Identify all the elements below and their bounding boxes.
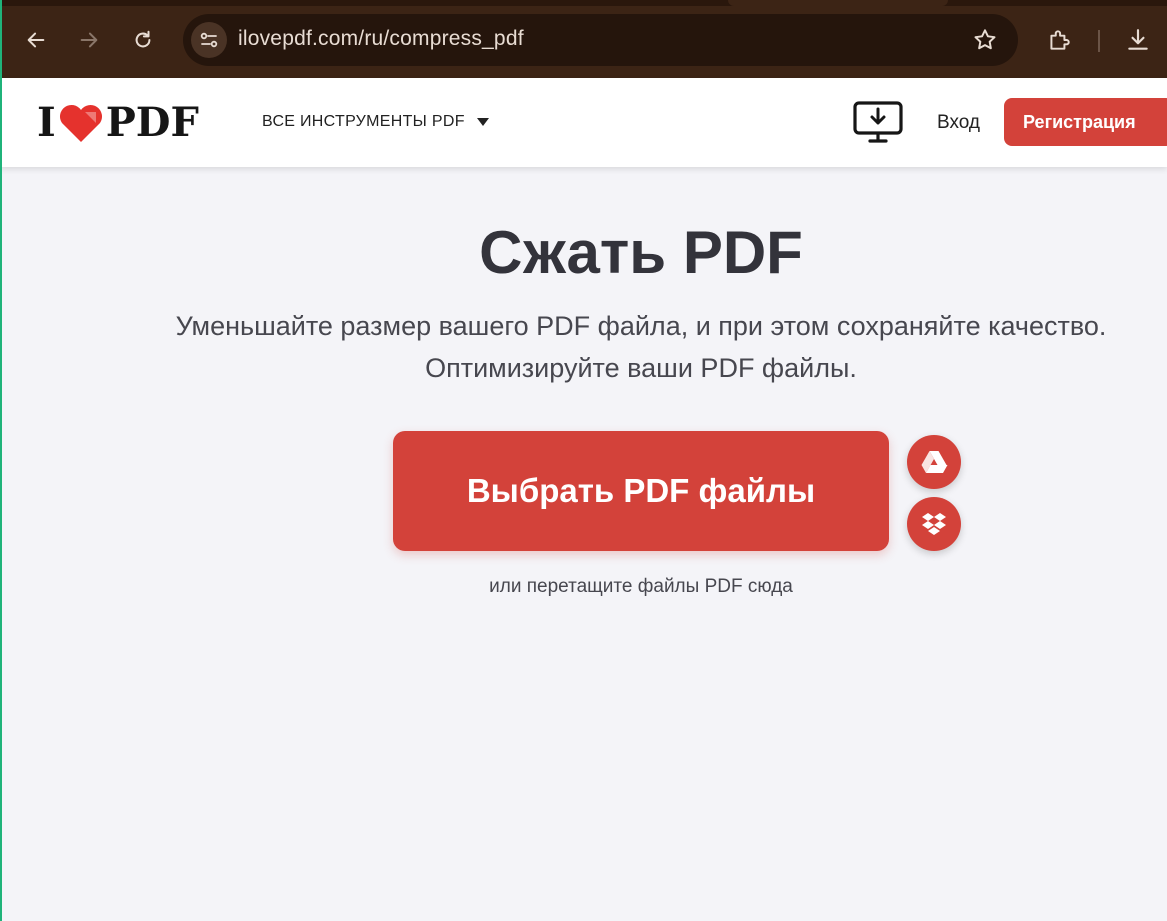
google-drive-icon: [921, 451, 948, 473]
back-arrow-icon: [27, 32, 45, 48]
dropbox-icon: [922, 513, 946, 535]
site-info-button[interactable]: [191, 22, 227, 58]
reload-button[interactable]: [125, 22, 161, 58]
active-tab-edge[interactable]: [728, 0, 948, 6]
login-link[interactable]: Вход: [937, 112, 980, 134]
window-edge: [0, 0, 2, 921]
caret-down-icon: [476, 118, 489, 126]
google-drive-button[interactable]: [907, 435, 961, 489]
subtitle-line-2: Оптимизируйте ваши PDF файлы.: [425, 353, 857, 383]
desktop-download-icon[interactable]: [852, 100, 904, 146]
subtitle-line-1: Уменьшайте размер вашего PDF файла, и пр…: [175, 311, 1107, 341]
page-subtitle: Уменьшайте размер вашего PDF файла, и пр…: [0, 305, 1167, 389]
url-text[interactable]: ilovepdf.com/ru/compress_pdf: [238, 27, 524, 51]
tab-strip: [0, 0, 1167, 6]
drop-hint-text: или перетащите файлы PDF сюда: [489, 576, 793, 597]
ilovepdf-logo[interactable]: I PDF: [37, 100, 199, 146]
forward-button[interactable]: [71, 22, 107, 58]
browser-toolbar: ilovepdf.com/ru/compress_pdf: [0, 0, 1167, 78]
toolbar-separator: [1098, 30, 1100, 52]
back-button[interactable]: [18, 22, 54, 58]
dropbox-button[interactable]: [907, 497, 961, 551]
heart-logo-icon: [59, 104, 102, 142]
logo-pdf-text: PDF: [105, 99, 199, 146]
address-bar[interactable]: ilovepdf.com/ru/compress_pdf: [183, 14, 1018, 66]
downloads-button[interactable]: [1120, 22, 1156, 58]
select-pdf-files-button[interactable]: Выбрать PDF файлы: [393, 431, 889, 551]
all-tools-label: ВСЕ ИНСТРУМЕНТЫ PDF: [262, 113, 465, 130]
signup-button[interactable]: Регистрация: [1004, 98, 1167, 146]
logo-letter: I: [37, 99, 56, 146]
page-title: Сжать PDF: [479, 219, 803, 286]
download-icon: [1128, 29, 1148, 50]
site-header: I PDF ВСЕ ИНСТРУМЕНТЫ PDF Вход Регистрац…: [0, 78, 1167, 167]
extensions-button[interactable]: [1041, 22, 1077, 58]
site-settings-icon: [200, 32, 218, 48]
bookmark-star-icon[interactable]: [972, 27, 998, 53]
all-tools-menu[interactable]: ВСЕ ИНСТРУМЕНТЫ PDF: [262, 113, 489, 131]
reload-icon: [135, 30, 151, 48]
forward-arrow-icon: [80, 32, 98, 48]
extensions-icon: [1050, 30, 1070, 50]
